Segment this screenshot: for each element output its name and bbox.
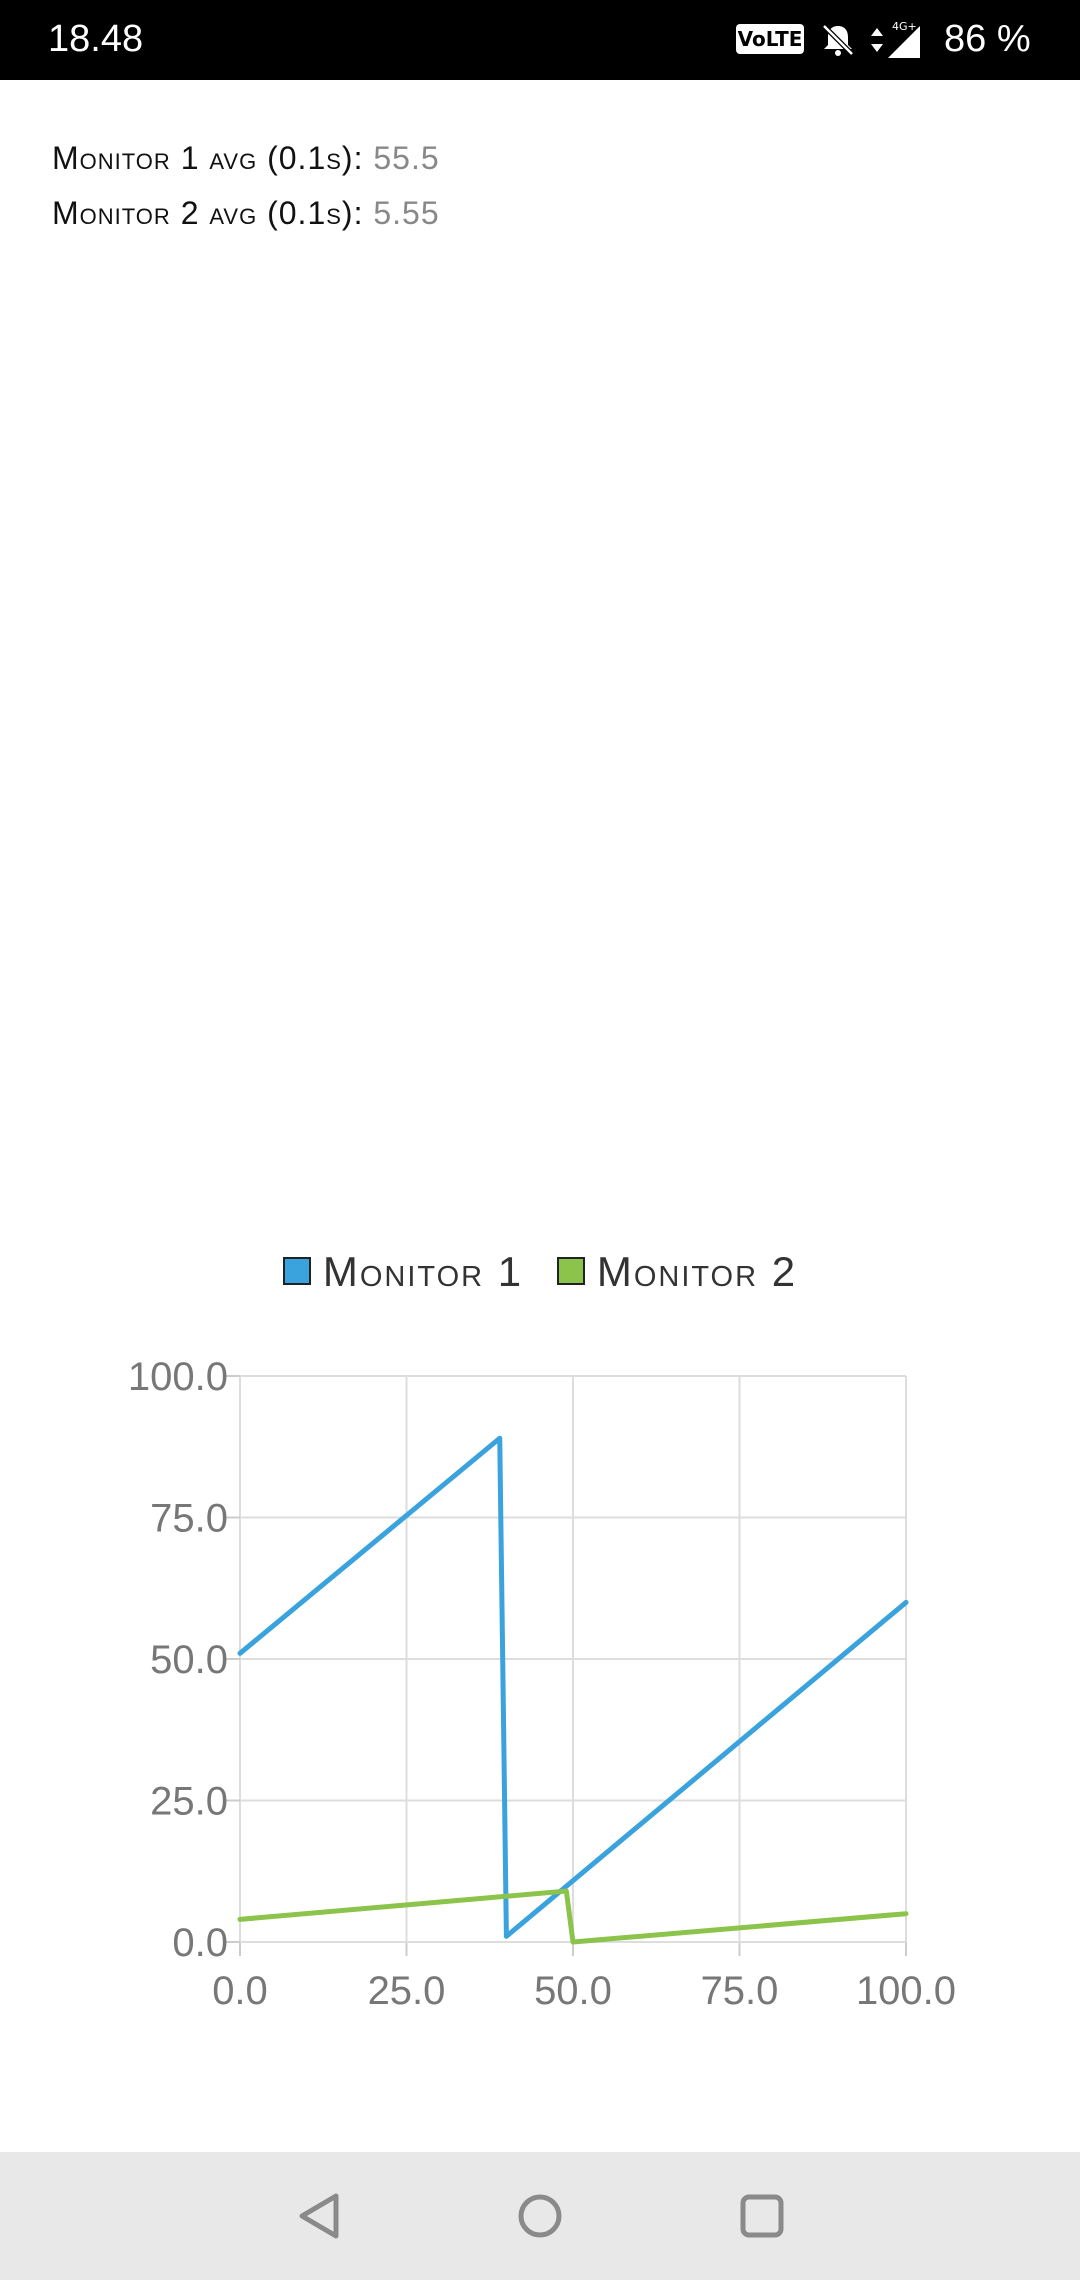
x-tick-label: 75.0 (701, 1969, 779, 2013)
line-chart: 0.0 25.0 50.0 75.0 100.0 0.0 25.0 50.0 75.0 100.0 (128, 1355, 956, 2013)
y-tick-label: 0.0 (172, 1921, 228, 1965)
y-tick-label: 75.0 (150, 1497, 228, 1541)
legend-label-monitor2: Monitor 2 (596, 1248, 798, 1295)
bell-off-icon (822, 24, 854, 56)
back-icon[interactable] (292, 2188, 348, 2244)
x-tick-label: 0.0 (212, 1969, 268, 2013)
status-bar: 18.48 VoLTE 4G+ 86 % (0, 0, 1080, 80)
monitor2-average-value: 5.55 (373, 195, 440, 231)
legend-swatch-monitor1 (282, 1256, 311, 1285)
battery-level: 86 % (944, 18, 1031, 60)
volte-badge: VoLTE (736, 24, 804, 54)
monitor1-average: Monitor 1 avg (0.1s): 55.5 (52, 140, 440, 177)
legend-swatch-monitor2 (556, 1256, 585, 1285)
y-tick-label: 25.0 (150, 1780, 228, 1824)
monitor1-average-label: Monitor 1 avg (0.1s): (52, 140, 364, 176)
home-icon[interactable] (512, 2188, 568, 2244)
legend-label-monitor1: Monitor 1 (322, 1248, 524, 1295)
y-tick-label: 50.0 (150, 1638, 228, 1682)
status-time: 18.48 (48, 18, 144, 60)
chart-legend: Monitor 1 Monitor 2 (0, 1248, 1080, 1296)
navigation-bar (0, 2152, 1080, 2280)
legend-item-monitor2[interactable]: Monitor 2 (556, 1248, 798, 1296)
recents-icon[interactable] (734, 2188, 790, 2244)
data-arrows-icon (871, 28, 883, 52)
x-tick-label: 25.0 (368, 1969, 446, 2013)
legend-item-monitor1[interactable]: Monitor 1 (282, 1248, 524, 1296)
x-tick-label: 100.0 (856, 1969, 956, 2013)
network-type-label: 4G+ (892, 20, 917, 33)
monitor2-average-label: Monitor 2 avg (0.1s): (52, 195, 364, 231)
y-tick-label: 100.0 (128, 1355, 228, 1399)
signal-icon: 4G+ (888, 20, 920, 58)
monitor2-average: Monitor 2 avg (0.1s): 5.55 (52, 195, 440, 232)
monitor1-average-value: 55.5 (373, 140, 440, 176)
x-tick-label: 50.0 (534, 1969, 612, 2013)
